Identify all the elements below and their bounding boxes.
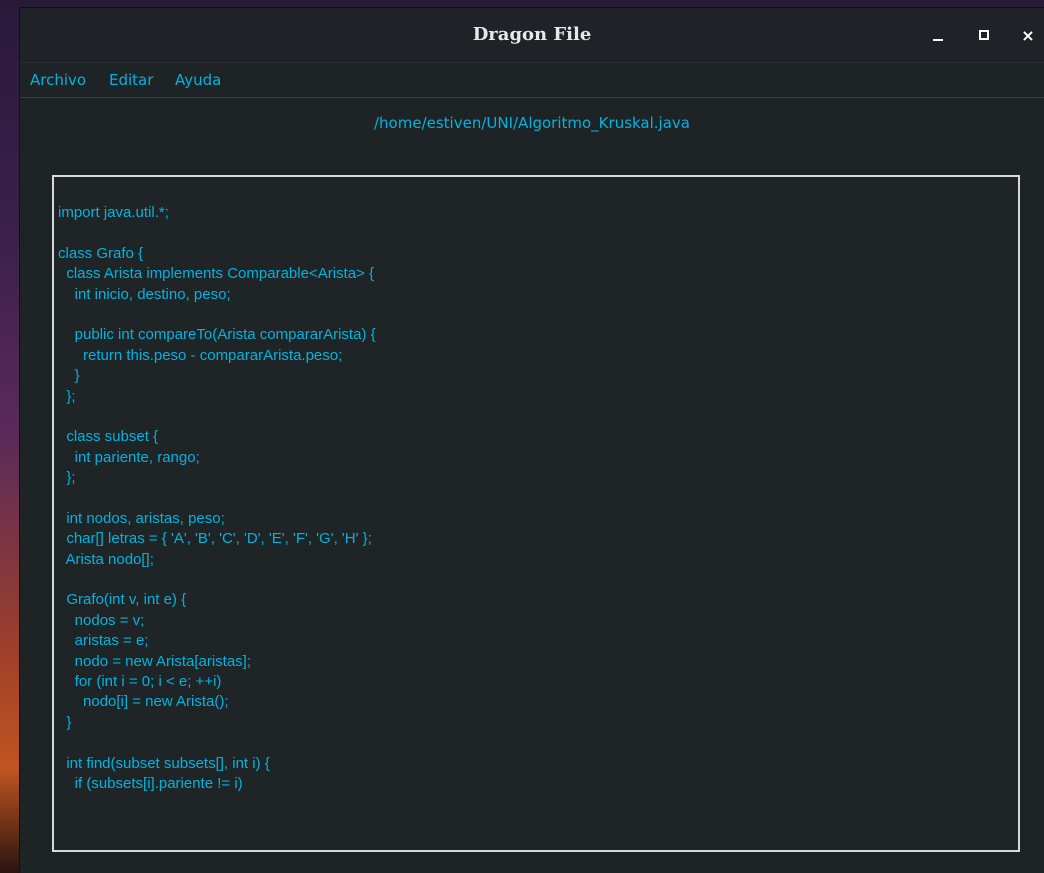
title-bar[interactable]: Dragon File ×: [20, 8, 1044, 63]
code-line: class subset {: [58, 428, 159, 446]
code-line: }: [58, 367, 80, 385]
code-text-area[interactable]: import java.util.*; class Grafo { class …: [58, 203, 376, 794]
code-line: for (int i = 0; i < e; ++i): [58, 672, 222, 690]
close-button[interactable]: ×: [1010, 8, 1044, 62]
code-line: nodo = new Arista[aristas];: [58, 652, 252, 670]
code-line: class Grafo {: [58, 244, 144, 262]
code-line: int nodos, aristas, peso;: [58, 509, 225, 527]
code-line: char[] letras = { 'A', 'B', 'C', 'D', 'E…: [58, 530, 372, 548]
window-title: Dragon File: [472, 24, 592, 45]
code-line: nodos = v;: [58, 611, 145, 629]
code-line: }: [58, 713, 72, 731]
minimize-icon: [933, 39, 943, 41]
code-line: int find(subset subsets[], int i) {: [58, 754, 270, 772]
code-line: import java.util.*;: [58, 204, 169, 221]
code-line: int inicio, destino, peso;: [58, 285, 231, 303]
code-line: };: [58, 387, 76, 405]
code-line: Arista nodo[];: [58, 550, 154, 568]
menu-bar: Archivo Editar Ayuda: [20, 63, 1044, 98]
code-line: nodo[i] = new Arista();: [58, 693, 229, 711]
menu-item-ayuda[interactable]: Ayuda: [175, 63, 221, 97]
maximize-icon: [979, 30, 989, 40]
code-line: aristas = e;: [58, 632, 149, 650]
code-line: return this.peso - compararArista.peso;: [58, 346, 343, 364]
code-line: if (subsets[i].pariente != i): [58, 774, 243, 792]
maximize-button[interactable]: [966, 8, 1002, 62]
menu-item-editar[interactable]: Editar: [109, 63, 153, 97]
code-line: public int compareTo(Arista compararAris…: [58, 326, 376, 344]
code-line: };: [58, 469, 76, 487]
minimize-button[interactable]: [920, 8, 956, 62]
app-window: Dragon File × Archivo Editar Ayuda /home…: [20, 8, 1044, 873]
menu-item-archivo[interactable]: Archivo: [30, 63, 86, 97]
code-line: Grafo(int v, int e) {: [58, 591, 187, 609]
close-icon: ×: [1021, 25, 1035, 45]
code-line: int pariente, rango;: [58, 448, 200, 466]
code-editor[interactable]: import java.util.*; class Grafo { class …: [52, 175, 1020, 852]
code-line: class Arista implements Comparable<Arist…: [58, 265, 374, 283]
file-path-label: /home/estiven/UNI/Algoritmo_Kruskal.java: [373, 114, 690, 132]
